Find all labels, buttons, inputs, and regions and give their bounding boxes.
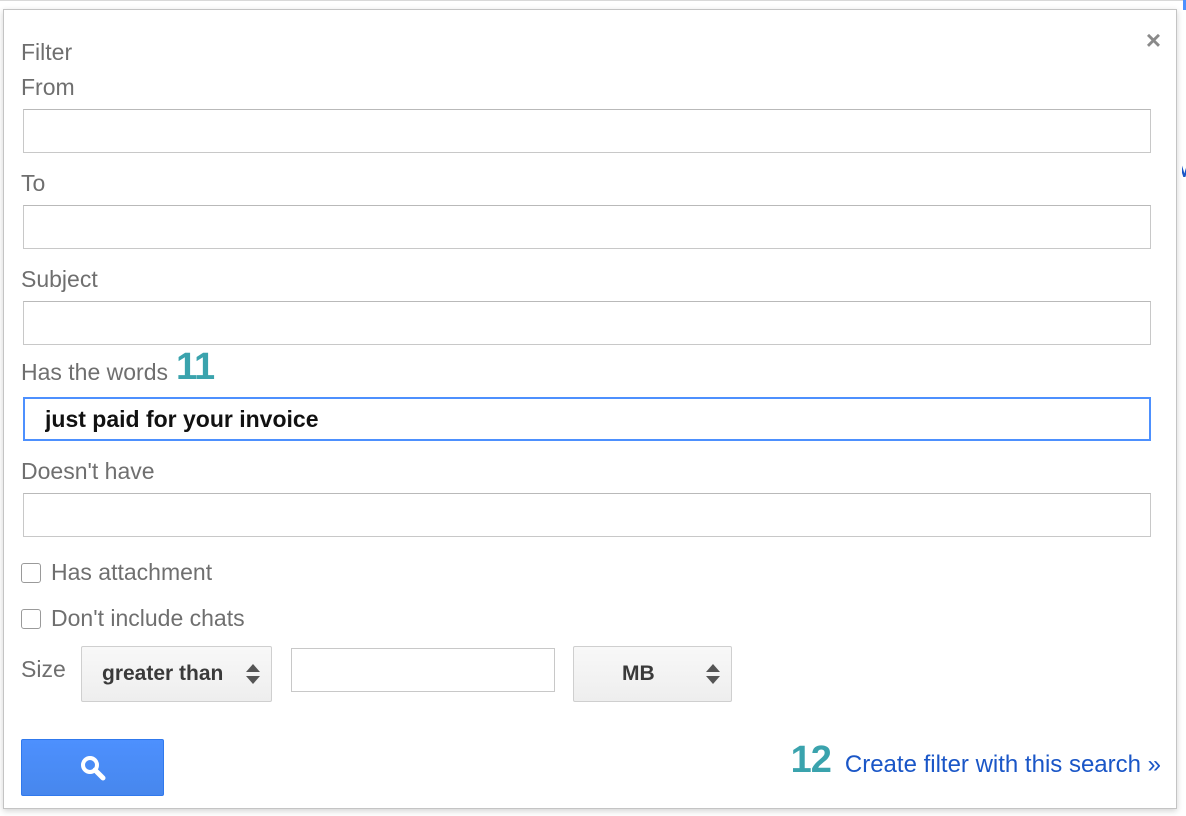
has-attachment-row[interactable]: Has attachment [21, 559, 212, 586]
size-comparator-select[interactable]: greater than [81, 646, 272, 702]
has-attachment-label: Has attachment [51, 559, 213, 585]
doesnt-have-label: Doesn't have [21, 458, 155, 484]
has-words-label: Has the words [21, 359, 169, 385]
select-arrows-icon [245, 664, 261, 684]
size-comparator-value: greater than [102, 662, 224, 685]
size-unit-value: MB [622, 662, 655, 685]
dont-include-chats-label: Don't include chats [51, 605, 245, 631]
dont-include-chats-row[interactable]: Don't include chats [21, 605, 245, 632]
create-filter-link[interactable]: Create filter with this search » [845, 751, 1161, 779]
size-value-input[interactable] [291, 648, 555, 692]
size-unit-select[interactable]: MB [573, 646, 732, 702]
filter-dialog: × Filter From To Subject Has the words 1… [3, 9, 1177, 809]
search-button[interactable] [21, 739, 164, 796]
dont-include-chats-checkbox[interactable] [21, 608, 41, 629]
has-words-label-row: Has the words 11 [21, 346, 215, 388]
select-arrows-icon [705, 664, 721, 684]
background-edge-letter: M [1182, 160, 1186, 184]
background-top-border [0, 0, 1186, 1]
to-label: To [21, 170, 46, 196]
has-words-input[interactable] [23, 397, 1151, 441]
step-12-annotation: 12 [790, 739, 832, 781]
from-label: From [21, 74, 75, 100]
page: M × Filter From To Subject Has the words… [0, 0, 1186, 816]
subject-label: Subject [21, 266, 98, 292]
to-input[interactable] [23, 205, 1151, 249]
doesnt-have-input[interactable] [23, 493, 1151, 537]
from-input[interactable] [23, 109, 1151, 153]
close-icon[interactable]: × [1146, 27, 1161, 53]
subject-input[interactable] [23, 301, 1151, 345]
search-icon [80, 755, 105, 780]
has-attachment-checkbox[interactable] [21, 562, 41, 583]
create-filter-row: 12 Create filter with this search » [791, 739, 1161, 782]
dialog-title: Filter [21, 39, 73, 65]
step-11-annotation: 11 [176, 346, 215, 388]
size-label: Size [21, 656, 66, 682]
